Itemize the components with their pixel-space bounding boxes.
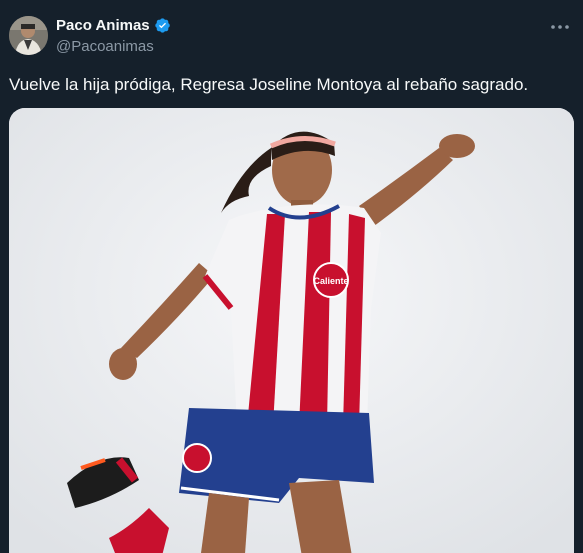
avatar[interactable] (9, 16, 48, 55)
author-name-row[interactable]: Paco Animas (56, 17, 171, 34)
verified-badge-icon (154, 17, 171, 34)
tweet[interactable]: Paco Animas @Pacoanimas Vuelve la hija p… (0, 0, 583, 553)
tweet-media-photo[interactable]: Caliente (9, 108, 574, 553)
soccer-player-photo: Caliente (9, 108, 574, 553)
author-handle[interactable]: @Pacoanimas (56, 38, 154, 55)
author-display-name[interactable]: Paco Animas (56, 17, 150, 34)
more-options-icon[interactable] (547, 14, 573, 40)
jersey-sponsor-text: Caliente (313, 276, 348, 286)
tweet-text: Vuelve la hija pródiga, Regresa Joseline… (9, 75, 529, 94)
